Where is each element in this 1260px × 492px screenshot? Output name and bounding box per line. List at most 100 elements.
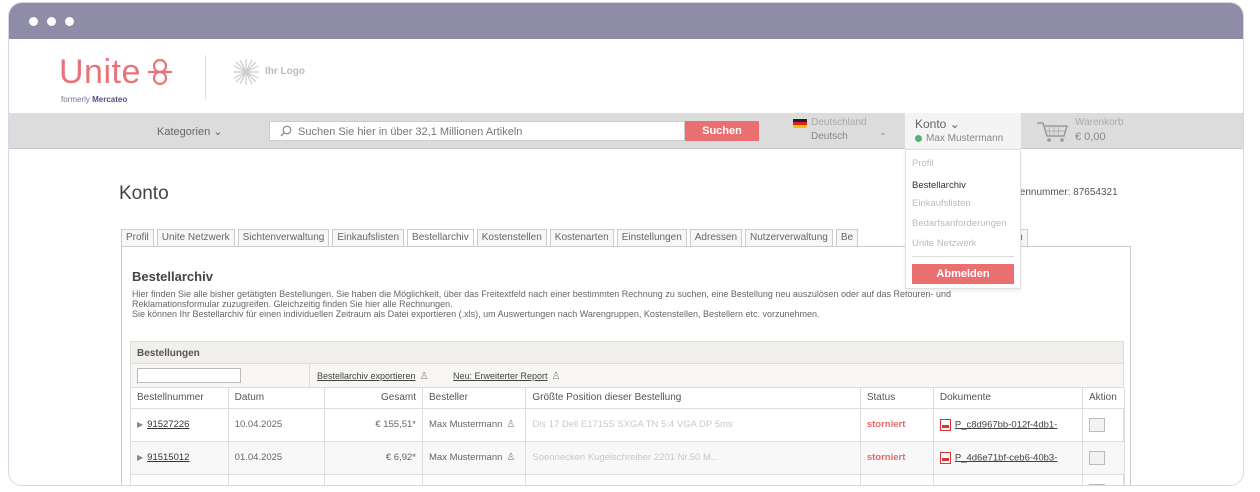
orders-filter-input[interactable] <box>137 368 241 383</box>
cart-icon[interactable] <box>1035 119 1071 143</box>
order-buyer: Max Mustermann <box>429 419 503 430</box>
order-status: storniert <box>860 441 934 475</box>
order-buyer-cell: Max Mustermann♙ <box>422 474 527 485</box>
account-dropdown: Abmelden Profil Bestellarchiv Einkaufslist… <box>905 149 1021 289</box>
logo-divider <box>205 55 206 99</box>
brand-logo-text[interactable]: Unite <box>59 53 141 92</box>
german-flag-icon <box>793 119 807 128</box>
column-header[interactable]: Status <box>860 388 934 409</box>
order-top-item: Kugelschreiber farbig sortiert <box>525 474 861 485</box>
order-document-cell <box>933 474 1084 485</box>
column-header[interactable]: Gesamt <box>324 388 423 409</box>
order-top-item: Dis 17 Dell E1715S SXGA TN 5:4 VGA DP 5m… <box>525 408 861 442</box>
account-menu-item-einkaufslisten[interactable]: Einkaufslisten <box>912 198 971 209</box>
chevron-down-icon: ⌄ <box>213 126 223 138</box>
tab-be[interactable]: Be <box>835 229 859 246</box>
main-navbar: Kategorien ⌄ Suchen Sie hier in über 32,… <box>9 113 1243 149</box>
window-dot-close[interactable] <box>29 17 38 26</box>
order-number-cell: ▶91514924 <box>131 474 229 486</box>
search-input[interactable]: Suchen Sie hier in über 32,1 Millionen A… <box>269 121 685 141</box>
tab-kostenarten[interactable]: Kostenarten <box>549 229 614 246</box>
column-header[interactable]: Dokumente <box>933 388 1084 409</box>
column-header[interactable]: Aktion <box>1082 388 1125 409</box>
order-document-link[interactable]: P_c8d967bb-012f-4db1- <box>955 419 1057 430</box>
formerly-name: Mercateo <box>92 95 128 104</box>
chevron-down-icon: ⌄ <box>949 117 960 131</box>
order-number-link[interactable]: 91527226 <box>147 419 189 430</box>
account-user: Max Mustermann <box>915 133 1003 144</box>
formerly-prefix: formerly <box>61 95 90 104</box>
orders-box: Bestellungen Bestellarchiv exportieren ♙ … <box>130 341 1125 486</box>
cart-label[interactable]: Warenkorb <box>1075 117 1124 128</box>
order-document-link[interactable]: P_4d6e71bf-ceb6-40b3- <box>955 452 1057 463</box>
order-number-link[interactable]: 91515012 <box>147 452 189 463</box>
order-date: 01.04.2025 <box>228 474 326 485</box>
tab-adressen[interactable]: Adressen <box>689 229 743 246</box>
extended-report-link[interactable]: Neu: Erweiterter Report ♙ <box>453 371 565 382</box>
page-title: Konto <box>119 183 169 204</box>
tab-unite-netzwerk[interactable]: Unite Netzwerk <box>156 229 235 246</box>
window-dot-maximize[interactable] <box>65 17 74 26</box>
order-action-button[interactable] <box>1089 417 1105 432</box>
expand-caret-icon[interactable]: ▶ <box>137 453 143 462</box>
search-button[interactable]: Suchen <box>685 121 759 141</box>
archive-title: Bestellarchiv <box>132 269 213 284</box>
window-titlebar <box>9 3 1243 39</box>
search-icon <box>280 125 292 137</box>
tab-sichtenverwaltung[interactable]: Sichtenverwaltung <box>237 229 330 246</box>
account-menu-item-unite-netzwerk[interactable]: Unite Netzwerk <box>912 238 976 249</box>
column-header[interactable]: Bestellnummer <box>131 388 229 409</box>
order-action-cell <box>1082 408 1125 442</box>
account-label: Konto ⌄ <box>915 117 960 131</box>
order-action-button[interactable] <box>1089 483 1105 485</box>
table-row[interactable]: ▶ 91527226 10.04.2025 € 155,51* Max Musterma… <box>131 408 1125 442</box>
country-selector[interactable]: Deutschland Deutsch ⌄ <box>793 117 893 145</box>
country-language: Deutsch <box>811 131 848 142</box>
categories-menu[interactable]: Kategorien ⌄ <box>157 125 223 138</box>
browser-window: Unite formerly Mercateo Ihr Logo Kategor… <box>8 2 1244 486</box>
account-menu-item-bedarfsanforderungen[interactable]: Bedarfsanforderungen <box>912 218 1007 229</box>
customer-number: tennummer: 87654321 <box>1017 187 1118 198</box>
order-status: storniert <box>860 408 934 442</box>
column-header[interactable]: Größte Position dieser Bestellung <box>525 388 861 409</box>
order-date: 10.04.2025 <box>228 408 326 442</box>
column-header[interactable]: Datum <box>228 388 326 409</box>
order-buyer: Max Mustermann <box>429 452 503 463</box>
filter-divider <box>309 364 310 388</box>
chevron-down-icon: ⌄ <box>879 127 887 137</box>
order-total: € 22,24* <box>324 474 423 485</box>
expand-caret-icon[interactable]: ▶ <box>137 420 143 429</box>
window-dot-minimize[interactable] <box>47 17 56 26</box>
tab-kostenstellen[interactable]: Kostenstellen <box>476 229 547 246</box>
order-document-cell: P_4d6e71bf-ceb6-40b3- <box>933 441 1084 475</box>
tab-profil[interactable]: Profil <box>121 229 154 246</box>
order-top-item: Soennecken Kugelschreiber 2201 Nr.50 M..… <box>525 441 861 475</box>
tab-nutzerverwaltung[interactable]: Nutzerverwaltung <box>745 229 833 246</box>
account-tabs: Profil Unite Netzwerk Sichtenverwaltung Ein… <box>121 229 1031 247</box>
logout-button[interactable]: Abmelden <box>912 264 1014 284</box>
user-icon: ♙ <box>551 371 561 382</box>
order-action-button[interactable] <box>1089 450 1105 465</box>
account-menu-trigger[interactable]: Konto ⌄ Max Mustermann <box>905 113 1021 149</box>
tab-einkaufslisten[interactable]: Einkaufslisten <box>332 229 405 246</box>
user-icon: ♙ <box>419 371 429 382</box>
customer-logo-text: Ihr Logo <box>265 66 305 77</box>
country-name: Deutschland <box>811 117 867 128</box>
table-row[interactable]: ▶9151492401.04.2025€ 22,24*Max Musterman… <box>131 474 1125 486</box>
orders-filter-row: Bestellarchiv exportieren ♙ Neu: Erweiter… <box>131 364 1123 388</box>
order-number-cell: ▶ 91515012 <box>131 441 229 475</box>
order-number-cell: ▶ 91527226 <box>131 408 229 442</box>
order-number-link[interactable]: 91514924 <box>147 485 189 486</box>
account-menu-item-profil[interactable]: Profil <box>912 158 934 169</box>
order-buyer-cell: Max Mustermann♙ <box>422 408 527 442</box>
archive-description-line: Sie können Ihr Bestellarchiv für einen i… <box>132 309 820 319</box>
categories-label: Kategorien <box>157 126 211 138</box>
table-row[interactable]: ▶ 91515012 01.04.2025 € 6,92* Max Mustermann… <box>131 441 1125 475</box>
orders-heading: Bestellungen <box>137 348 200 359</box>
tab-einstellungen[interactable]: Einstellungen <box>616 229 687 246</box>
tab-bestellarchiv[interactable]: Bestellarchiv <box>407 229 474 247</box>
column-header[interactable]: Besteller <box>422 388 527 409</box>
account-menu-item-bestellarchiv[interactable]: Bestellarchiv <box>912 180 966 191</box>
export-archive-link[interactable]: Bestellarchiv exportieren ♙ <box>317 371 433 382</box>
account-content: Konto tennummer: 87654321 Profil Unite Ne… <box>9 149 1243 486</box>
